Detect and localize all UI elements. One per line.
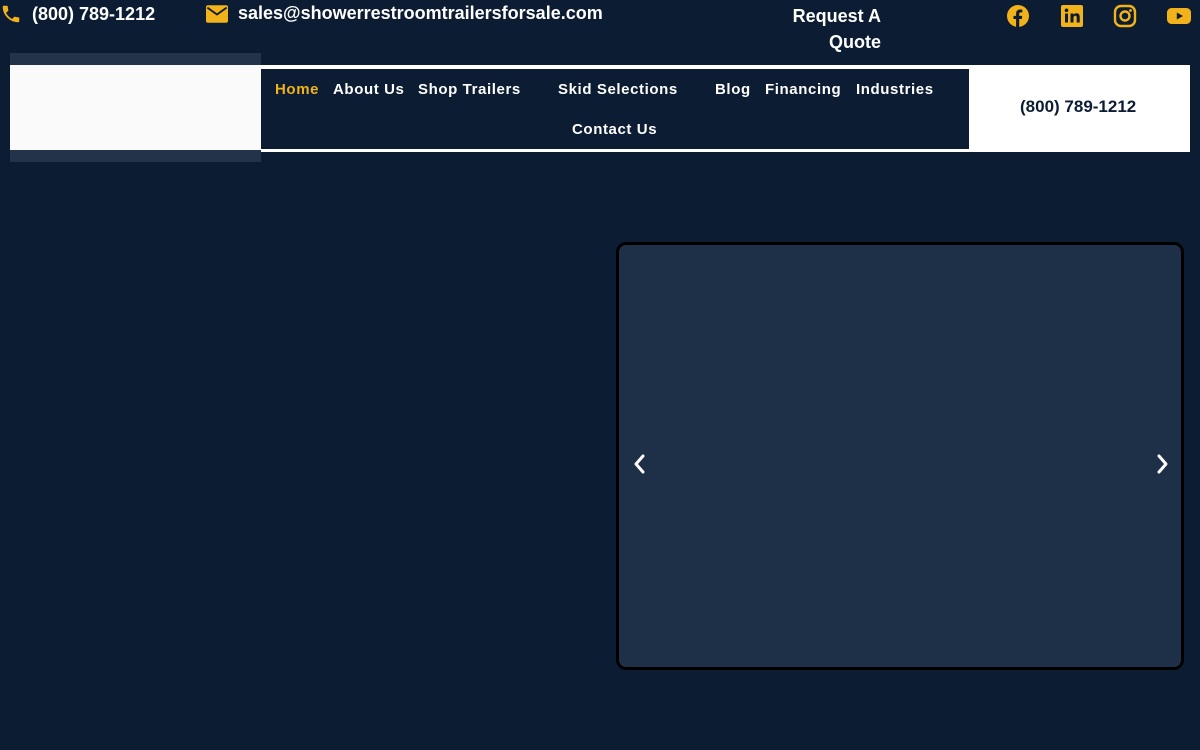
nav-item-shop-trailers[interactable]: Shop Trailers	[418, 81, 521, 99]
topbar-email-text: sales@showerrestroomtrailersforsale.com	[238, 3, 603, 23]
header-phone-link[interactable]: (800) 789-1212	[1020, 97, 1136, 117]
top-contact-bar: (800) 789-1212 sales@showerrestroomtrail…	[0, 0, 1200, 54]
hero-image-slider	[616, 242, 1184, 670]
nav-item-financing[interactable]: Financing	[765, 81, 841, 99]
facebook-icon[interactable]	[1006, 4, 1030, 28]
nav-item-industries[interactable]: Industries	[856, 81, 934, 99]
request-quote-link[interactable]: Request A Quote	[770, 3, 881, 55]
nav-item-blog[interactable]: Blog	[715, 81, 751, 99]
nav-item-contact-us[interactable]: Contact Us	[572, 121, 657, 139]
topbar-phone-link[interactable]: (800) 789-1212	[0, 3, 155, 25]
request-quote-line2: Quote	[829, 32, 881, 52]
nav-item-about-us[interactable]: About Us	[333, 81, 404, 99]
request-quote-line1: Request A	[792, 6, 881, 26]
slider-prev-button[interactable]	[629, 449, 649, 479]
linkedin-icon[interactable]	[1060, 4, 1084, 28]
envelope-icon	[206, 4, 228, 23]
nav-item-home[interactable]: Home	[275, 81, 319, 99]
nav-item-skid-selections[interactable]: Skid Selections	[558, 81, 678, 99]
youtube-icon[interactable]	[1167, 4, 1191, 28]
main-navigation: Home About Us Shop Trailers Skid Selecti…	[261, 69, 969, 149]
slider-next-button[interactable]	[1153, 449, 1173, 479]
chevron-right-icon	[1157, 454, 1168, 474]
topbar-phone-text: (800) 789-1212	[32, 3, 156, 24]
instagram-icon[interactable]	[1113, 4, 1137, 28]
chevron-left-icon	[634, 454, 645, 474]
topbar-email-link[interactable]: sales@showerrestroomtrailersforsale.com	[206, 3, 603, 24]
logo-container	[10, 53, 261, 162]
site-logo[interactable]	[10, 65, 261, 150]
site-header: Home About Us Shop Trailers Skid Selecti…	[10, 53, 1190, 162]
phone-icon	[0, 3, 22, 25]
